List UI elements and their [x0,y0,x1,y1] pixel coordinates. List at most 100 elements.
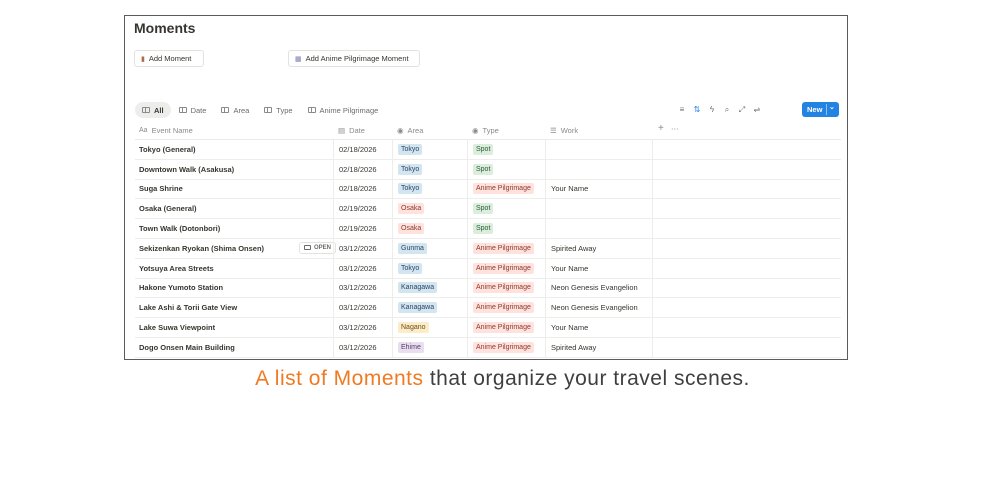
type-cell[interactable]: Anime Pilgrimage [467,318,545,337]
area-cell[interactable]: Tokyo [392,179,467,199]
work-cell[interactable] [545,140,653,159]
tab-type[interactable]: Type [257,102,299,118]
work-cell[interactable] [545,199,653,219]
tab-type-label: Type [276,105,293,115]
tab-all-label: All [154,105,164,115]
chevron-down-icon[interactable]: ⌄ [829,103,835,111]
date-cell[interactable]: 03/12/2026 [333,258,392,278]
tab-date[interactable]: Date [172,102,214,118]
caption: A list of Moments that organize your tra… [0,367,1005,391]
type-cell[interactable]: Spot [467,159,545,179]
table-row[interactable]: Downtown Walk (Asakusa) 02/18/2026 Tokyo Sp… [135,159,841,180]
table-row[interactable]: Sekizenkan Ryokan (Shima Onsen) OPEN 03/12… [135,238,841,259]
add-moment-button[interactable]: ▮ Add Moment [134,50,204,67]
sort-icon[interactable]: ⇅ [693,105,701,115]
table-row[interactable]: Osaka (General) 02/19/2026 Osaka Spot [135,199,841,220]
work-cell[interactable]: Spirited Away [545,238,653,258]
tab-anime-pilgrimage[interactable]: Anime Pilgrimage [301,102,386,118]
notion-database-window: Moments ▮ Add Moment ▦ Add Anime Pilgrim… [124,15,848,360]
event-name-cell[interactable]: Sekizenkan Ryokan (Shima Onsen) OPEN [139,239,337,258]
type-cell[interactable]: Anime Pilgrimage [467,179,545,199]
area-cell[interactable]: Tokyo [392,159,467,179]
type-cell[interactable]: Anime Pilgrimage [467,258,545,278]
event-name-cell[interactable]: Osaka (General) [139,199,332,218]
date-text: 03/12/2026 [339,283,377,293]
table-row[interactable]: Hakone Yumoto Station 03/12/2026 Kanagawa A… [135,278,841,299]
table-row[interactable]: Yotsuya Area Streets 03/12/2026 Tokyo Anime… [135,258,841,279]
open-button[interactable]: OPEN [299,241,337,254]
column-event-name[interactable]: Aa Event Name [139,126,193,135]
date-cell[interactable]: 02/18/2026 [333,140,392,159]
area-cell[interactable]: Tokyo [392,258,467,278]
automation-icon[interactable]: ϟ [708,105,716,115]
work-cell[interactable]: Spirited Away [545,337,653,357]
more-options-icon[interactable]: ⋯ [671,124,679,133]
event-name-cell[interactable]: Town Walk (Dotonbori) [139,219,332,238]
work-cell[interactable]: Your Name [545,258,653,278]
area-cell[interactable]: Gunma [392,238,467,258]
date-cell[interactable]: 02/19/2026 [333,199,392,219]
type-cell[interactable]: Anime Pilgrimage [467,337,545,357]
area-cell[interactable]: Kanagawa [392,298,467,318]
add-anime-pilgrimage-moment-button[interactable]: ▦ Add Anime Pilgrimage Moment [288,50,420,67]
add-property-icon[interactable]: + [658,123,664,134]
event-name-cell[interactable]: Yotsuya Area Streets [139,259,332,278]
date-cell[interactable]: 02/18/2026 [333,159,392,179]
area-cell[interactable]: Nagano [392,318,467,337]
event-name-cell[interactable]: Lake Suwa Viewpoint [139,318,332,337]
column-date[interactable]: ▤ Date [338,126,365,135]
event-name-cell[interactable]: Suga Shrine [139,180,332,199]
work-text: Spirited Away [551,342,597,352]
type-cell[interactable]: Anime Pilgrimage [467,278,545,298]
work-cell[interactable] [545,219,653,238]
work-cell[interactable]: Your Name [545,318,653,337]
table-row[interactable]: Dogo Onsen Main Building 03/12/2026 Ehime A… [135,337,841,358]
column-area[interactable]: ◉ Area [397,126,423,135]
date-cell[interactable]: 02/18/2026 [333,179,392,199]
type-cell[interactable]: Spot [467,199,545,219]
table-row[interactable]: Lake Suwa Viewpoint 03/12/2026 Nagano Anime… [135,318,841,338]
tab-area[interactable]: Area [214,102,256,118]
type-cell[interactable]: Anime Pilgrimage [467,238,545,258]
event-name-cell[interactable]: Dogo Onsen Main Building [139,338,332,357]
table-row[interactable]: Lake Ashi & Torii Gate View 03/12/2026 Kan… [135,298,841,319]
new-button[interactable]: New ⌄ [802,102,839,117]
event-name-text: Dogo Onsen Main Building [139,342,235,352]
work-cell[interactable]: Your Name [545,179,653,199]
event-name-cell[interactable]: Hakone Yumoto Station [139,279,332,298]
tab-all[interactable]: All [135,102,171,118]
date-cell[interactable]: 03/12/2026 [333,278,392,298]
date-cell[interactable]: 02/19/2026 [333,219,392,238]
area-cell[interactable]: Osaka [392,199,467,219]
work-cell[interactable] [545,159,653,179]
event-name-cell[interactable]: Tokyo (General) [139,140,332,159]
note-icon: ▮ [141,55,145,63]
event-name-text: Yotsuya Area Streets [139,263,214,273]
filter-icon[interactable]: ≡ [678,105,686,115]
work-cell[interactable]: Neon Genesis Evangelion [545,278,653,298]
event-name-cell[interactable]: Downtown Walk (Asakusa) [139,160,332,179]
type-cell[interactable]: Spot [467,219,545,238]
column-work[interactable]: ☰ Work [550,126,578,135]
type-tag: Anime Pilgrimage [473,183,534,195]
date-cell[interactable]: 03/12/2026 [333,298,392,318]
date-cell[interactable]: 03/12/2026 [333,318,392,337]
type-cell[interactable]: Spot [467,140,545,159]
table-row[interactable]: Town Walk (Dotonbori) 02/19/2026 Osaka Spot [135,219,841,239]
table-row[interactable]: Tokyo (General) 02/18/2026 Tokyo Spot [135,140,841,160]
add-anime-pilgrimage-moment-label: Add Anime Pilgrimage Moment [305,54,409,63]
type-cell[interactable]: Anime Pilgrimage [467,298,545,318]
date-cell[interactable]: 03/12/2026 [333,337,392,357]
table-row[interactable]: Suga Shrine 02/18/2026 Tokyo Anime Pilgrima… [135,179,841,200]
area-cell[interactable]: Ehime [392,337,467,357]
date-cell[interactable]: 03/12/2026 [333,238,392,258]
area-cell[interactable]: Kanagawa [392,278,467,298]
work-cell[interactable]: Neon Genesis Evangelion [545,298,653,318]
event-name-cell[interactable]: Lake Ashi & Torii Gate View [139,298,332,317]
settings-icon[interactable]: ⇌ [753,105,761,115]
area-cell[interactable]: Tokyo [392,140,467,159]
search-icon[interactable]: ⌕ [723,105,731,115]
column-type[interactable]: ◉ Type [472,126,499,135]
expand-icon[interactable]: ⤢ [738,105,746,115]
area-cell[interactable]: Osaka [392,219,467,238]
